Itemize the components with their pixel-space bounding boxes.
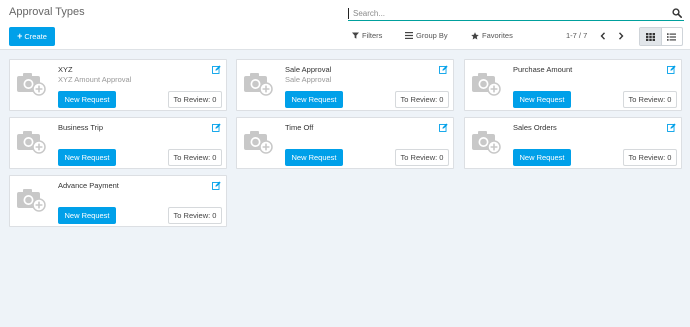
edit-icon[interactable] bbox=[212, 181, 221, 190]
kanban-card[interactable]: Time Off New Request To Review: 0 bbox=[236, 117, 454, 169]
chevron-right-icon bbox=[618, 32, 624, 40]
camera-placeholder-icon bbox=[244, 131, 273, 154]
kanban-card[interactable]: XYZ XYZ Amount Approval New Request To R… bbox=[9, 59, 227, 111]
card-subtitle: XYZ Amount Approval bbox=[58, 75, 132, 84]
camera-placeholder-icon bbox=[244, 73, 273, 96]
edit-icon[interactable] bbox=[212, 123, 221, 132]
filters-label: Filters bbox=[362, 31, 383, 40]
group-by-button[interactable]: Group By bbox=[405, 31, 448, 40]
star-icon bbox=[471, 31, 479, 39]
new-request-button[interactable]: New Request bbox=[285, 149, 343, 166]
new-request-button[interactable]: New Request bbox=[285, 91, 343, 108]
favorites-button[interactable]: Favorites bbox=[471, 31, 513, 40]
card-title: Time Off bbox=[285, 123, 314, 132]
funnel-icon bbox=[352, 32, 359, 39]
search-icon[interactable] bbox=[672, 8, 682, 18]
group-by-label: Group By bbox=[416, 31, 448, 40]
new-request-button[interactable]: New Request bbox=[513, 149, 571, 166]
to-review-button[interactable]: To Review: 0 bbox=[395, 149, 449, 166]
search-box[interactable] bbox=[348, 6, 684, 21]
filters-button[interactable]: Filters bbox=[352, 31, 382, 40]
plus-icon: + bbox=[17, 31, 23, 41]
card-title: Sales Orders bbox=[513, 123, 557, 132]
card-title: Advance Payment bbox=[58, 181, 119, 190]
kanban-card[interactable]: Sales Orders New Request To Review: 0 bbox=[464, 117, 682, 169]
list-view-button[interactable] bbox=[660, 28, 683, 45]
edit-icon[interactable] bbox=[439, 65, 448, 74]
kanban-card[interactable]: Advance Payment New Request To Review: 0 bbox=[9, 175, 227, 227]
pager-previous-button[interactable] bbox=[595, 27, 611, 45]
card-title: Business Trip bbox=[58, 123, 104, 132]
edit-icon[interactable] bbox=[212, 65, 221, 74]
card-title: Purchase Amount bbox=[513, 65, 573, 74]
bars-icon bbox=[405, 32, 413, 39]
new-request-button[interactable]: New Request bbox=[513, 91, 571, 108]
favorites-label: Favorites bbox=[482, 31, 513, 40]
list-icon bbox=[667, 32, 677, 41]
camera-placeholder-icon bbox=[472, 131, 501, 154]
to-review-button[interactable]: To Review: 0 bbox=[623, 149, 677, 166]
edit-icon[interactable] bbox=[667, 123, 676, 132]
grid-icon bbox=[645, 32, 655, 41]
kanban-card[interactable]: Purchase Amount New Request To Review: 0 bbox=[464, 59, 682, 111]
control-panel: Approval Types + Create Filters Group By… bbox=[0, 0, 690, 50]
new-request-button[interactable]: New Request bbox=[58, 91, 116, 108]
pager-value[interactable]: 1-7 / 7 bbox=[566, 31, 587, 40]
chevron-left-icon bbox=[600, 32, 606, 40]
pager-next-button[interactable] bbox=[613, 27, 629, 45]
to-review-button[interactable]: To Review: 0 bbox=[395, 91, 449, 108]
to-review-button[interactable]: To Review: 0 bbox=[168, 149, 222, 166]
card-subtitle: Sale Approval bbox=[285, 75, 332, 84]
view-switcher bbox=[639, 27, 683, 46]
page-title: Approval Types bbox=[9, 6, 85, 18]
camera-placeholder-icon bbox=[17, 131, 46, 154]
kanban-view-button[interactable] bbox=[640, 28, 661, 45]
new-request-button[interactable]: New Request bbox=[58, 207, 116, 224]
text-cursor bbox=[348, 8, 349, 19]
camera-placeholder-icon bbox=[17, 189, 46, 212]
card-title: Sale Approval bbox=[285, 65, 332, 74]
to-review-button[interactable]: To Review: 0 bbox=[168, 91, 222, 108]
search-input[interactable] bbox=[353, 7, 663, 20]
kanban-card[interactable]: Business Trip New Request To Review: 0 bbox=[9, 117, 227, 169]
card-title: XYZ bbox=[58, 65, 73, 74]
new-request-button[interactable]: New Request bbox=[58, 149, 116, 166]
kanban-card[interactable]: Sale Approval Sale Approval New Request … bbox=[236, 59, 454, 111]
camera-placeholder-icon bbox=[472, 73, 501, 96]
edit-icon[interactable] bbox=[667, 65, 676, 74]
edit-icon[interactable] bbox=[439, 123, 448, 132]
to-review-button[interactable]: To Review: 0 bbox=[623, 91, 677, 108]
camera-placeholder-icon bbox=[17, 73, 46, 96]
create-button[interactable]: + Create bbox=[9, 27, 55, 46]
create-button-label: Create bbox=[24, 32, 47, 41]
to-review-button[interactable]: To Review: 0 bbox=[168, 207, 222, 224]
